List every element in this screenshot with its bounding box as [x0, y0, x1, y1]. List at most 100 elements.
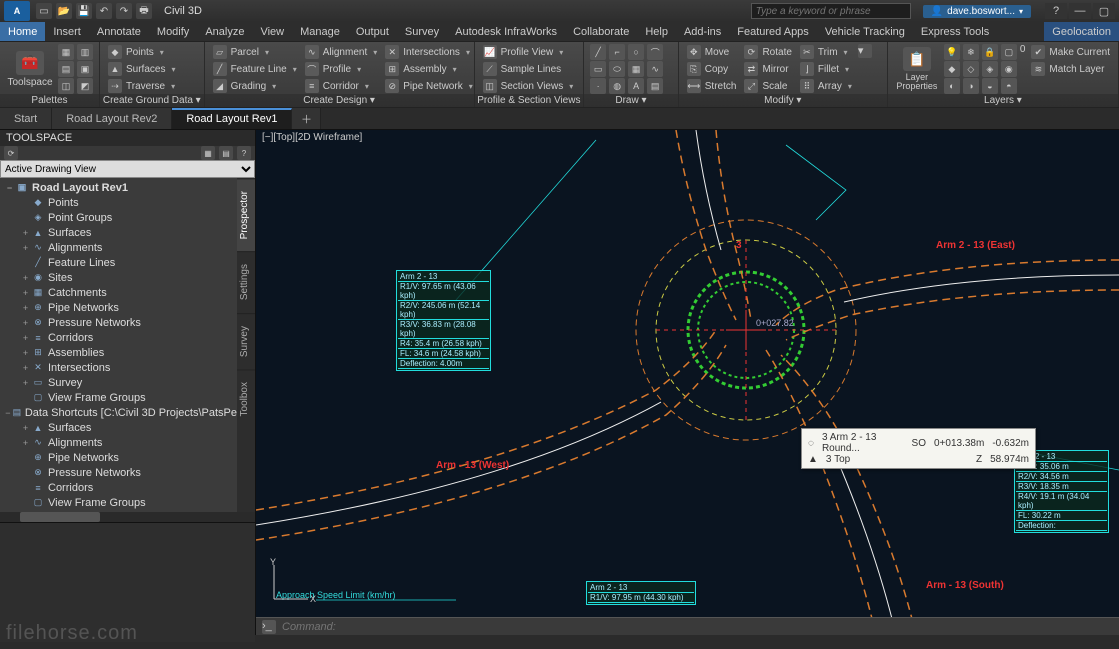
tree-twisty-icon[interactable]: +	[20, 378, 31, 388]
tree-twisty-icon[interactable]	[20, 213, 31, 223]
tree-node[interactable]: +⊗Pressure Networks	[0, 315, 237, 330]
vtab-survey[interactable]: Survey	[237, 313, 255, 369]
tab-express[interactable]: Express Tools	[913, 22, 997, 41]
layer-color-icon[interactable]: ▢	[1001, 44, 1017, 60]
drawing-viewport[interactable]: [−][Top][2D Wireframe]	[256, 130, 1119, 635]
ts-refresh-icon[interactable]: ⟳	[4, 146, 18, 160]
panel-label[interactable]: Create Design ▾	[205, 94, 474, 107]
ts-tool-icon[interactable]: ▤	[219, 146, 233, 160]
prospector-tree[interactable]: −▣Road Layout Rev1 ◆Points ◈Point Groups…	[0, 178, 237, 512]
layer-state-icon[interactable]: 💡	[944, 44, 960, 60]
panel-label[interactable]: Draw ▾	[584, 94, 678, 107]
vtab-toolbox[interactable]: Toolbox	[237, 369, 255, 428]
tree-node[interactable]: ◆Points	[0, 195, 237, 210]
help-icon[interactable]: ?	[1045, 3, 1067, 19]
tree-node[interactable]: +≡Corridors	[0, 330, 237, 345]
pipenetwork-button[interactable]: ⊘Pipe Network	[383, 78, 474, 94]
layerprops-button[interactable]: 📋Layer Properties	[894, 44, 940, 94]
tree-node[interactable]: ⊗Pressure Networks	[0, 465, 237, 480]
spline-icon[interactable]: ∿	[647, 61, 663, 77]
qat-redo-icon[interactable]: ↷	[116, 3, 132, 19]
alignment-button[interactable]: ∿Alignment	[303, 44, 379, 60]
layer-tool-icon[interactable]: ◇	[963, 61, 979, 77]
tree-node[interactable]: +▭Survey	[0, 375, 237, 390]
circle-icon[interactable]: ○	[628, 44, 644, 60]
assembly-button[interactable]: ⊞Assembly	[383, 61, 474, 77]
tree-twisty-icon[interactable]: +	[20, 333, 31, 343]
rect-icon[interactable]: ▭	[590, 61, 606, 77]
qat-open-icon[interactable]: 📂	[56, 3, 72, 19]
tree-node[interactable]: ╱Feature Lines	[0, 255, 237, 270]
line-icon[interactable]: ╱	[590, 44, 606, 60]
parcel-button[interactable]: ▱Parcel	[211, 44, 299, 60]
tree-node[interactable]: ◈Point Groups	[0, 210, 237, 225]
tab-view[interactable]: View	[252, 22, 292, 41]
points-button[interactable]: ◆Points	[106, 44, 177, 60]
palette-icon[interactable]: ◩	[77, 78, 93, 94]
tree-twisty-icon[interactable]: +	[20, 273, 31, 283]
tree-node[interactable]: ▢View Frame Groups	[0, 495, 237, 510]
tree-twisty-icon[interactable]	[20, 468, 31, 478]
hatch-icon[interactable]: ▦	[628, 61, 644, 77]
qat-print-icon[interactable]: 🖶	[136, 3, 152, 19]
tree-scrollbar[interactable]	[0, 512, 255, 522]
doctab-rev1[interactable]: Road Layout Rev1	[172, 108, 292, 129]
tab-collaborate[interactable]: Collaborate	[565, 22, 637, 41]
maximize-icon[interactable]: ▢	[1093, 3, 1115, 19]
tree-twisty-icon[interactable]: +	[20, 423, 31, 433]
tree-twisty-icon[interactable]	[20, 498, 31, 508]
ts-tool-icon[interactable]: ▦	[201, 146, 215, 160]
tree-node[interactable]: +∿Alignments	[0, 240, 237, 255]
panel-label[interactable]: Palettes	[0, 94, 99, 107]
tree-node[interactable]: −▤Data Shortcuts [C:\Civil 3D Projects\P…	[0, 405, 237, 420]
tree-twisty-icon[interactable]: +	[20, 288, 31, 298]
polyline-icon[interactable]: ⌐	[609, 44, 625, 60]
fillet-button[interactable]: ⌋Fillet	[798, 61, 854, 77]
panel-label[interactable]: Create Ground Data ▾	[100, 94, 204, 107]
stretch-button[interactable]: ⟷Stretch	[685, 78, 739, 94]
tab-insert[interactable]: Insert	[45, 22, 89, 41]
traverse-button[interactable]: ⇢Traverse	[106, 78, 177, 94]
featureline-button[interactable]: ╱Feature Line	[211, 61, 299, 77]
minimize-icon[interactable]: —	[1069, 3, 1091, 19]
point-icon[interactable]: ·	[590, 78, 606, 94]
tree-twisty-icon[interactable]	[20, 393, 31, 403]
copy-button[interactable]: ⎘Copy	[685, 61, 739, 77]
tab-addins[interactable]: Add-ins	[676, 22, 729, 41]
tab-vehicle[interactable]: Vehicle Tracking	[817, 22, 913, 41]
tree-twisty-icon[interactable]: −	[4, 408, 12, 418]
profileview-button[interactable]: 📈Profile View	[481, 44, 576, 60]
palette-icon[interactable]: ▥	[77, 44, 93, 60]
vtab-settings[interactable]: Settings	[237, 251, 255, 312]
tab-home[interactable]: Home	[0, 22, 45, 41]
palette-icon[interactable]: ▦	[58, 44, 74, 60]
tab-geolocation[interactable]: Geolocation	[1044, 22, 1119, 41]
sectionviews-button[interactable]: ◫Section Views	[481, 78, 576, 94]
tree-node[interactable]: +▲Surfaces	[0, 225, 237, 240]
tab-annotate[interactable]: Annotate	[89, 22, 149, 41]
scale-button[interactable]: ⤢Scale	[742, 78, 793, 94]
qat-undo-icon[interactable]: ↶	[96, 3, 112, 19]
samplelines-button[interactable]: ⟋Sample Lines	[481, 61, 576, 77]
command-input[interactable]	[282, 621, 1113, 633]
tree-node[interactable]: +∿Alignments	[0, 435, 237, 450]
tab-manage[interactable]: Manage	[292, 22, 348, 41]
region-icon[interactable]: ◍	[609, 78, 625, 94]
ts-help-icon[interactable]: ?	[237, 146, 251, 160]
layer-tool-icon[interactable]: ◒	[982, 78, 998, 94]
tree-twisty-icon[interactable]: +	[20, 318, 31, 328]
matchlayer-button[interactable]: ≋Match Layer	[1029, 61, 1112, 77]
table-icon[interactable]: ▤	[647, 78, 663, 94]
app-icon[interactable]: A	[4, 1, 30, 21]
lock-icon[interactable]: 🔒	[982, 44, 998, 60]
tree-twisty-icon[interactable]	[20, 198, 31, 208]
doctab-add[interactable]: ＋	[292, 108, 321, 129]
layer-tool-icon[interactable]: ◈	[982, 61, 998, 77]
grading-button[interactable]: ◢Grading	[211, 78, 299, 94]
keyword-search-input[interactable]	[751, 3, 911, 19]
tree-node[interactable]: +▲Surfaces	[0, 420, 237, 435]
panel-label[interactable]: Layers ▾	[888, 94, 1118, 107]
tab-output[interactable]: Output	[348, 22, 397, 41]
tree-twisty-icon[interactable]: +	[20, 348, 31, 358]
tree-twisty-icon[interactable]: +	[20, 303, 31, 313]
